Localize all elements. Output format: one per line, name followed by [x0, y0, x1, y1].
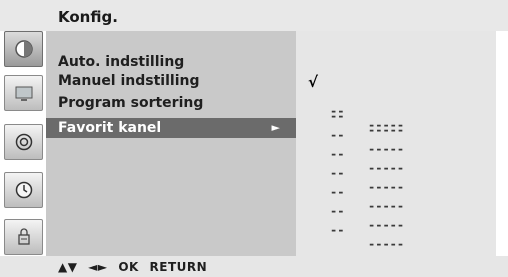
check-icon: √ [308, 73, 319, 91]
ok-hint: OK [118, 260, 139, 274]
tab-setup[interactable] [4, 75, 43, 111]
clock-icon [15, 181, 32, 199]
page-title: Konfig. [58, 8, 118, 26]
favorite-channel-list: √ -- ----- -- ----- -- ----- -- ----- --… [296, 31, 496, 256]
sound-icon [15, 133, 32, 151]
picture-icon [14, 40, 33, 58]
arrow-right-icon: ► [271, 121, 280, 134]
lock-icon [17, 228, 30, 245]
channel-name: ----- [368, 123, 405, 137]
title-bar: Konfig. [0, 0, 508, 31]
menu-item-label: Manuel indstilling [58, 73, 200, 89]
updown-arrows-icon: ▲▼ [58, 260, 78, 274]
leftright-arrows-icon: ◄► [88, 260, 108, 274]
return-hint: RETURN [149, 260, 208, 274]
channel-number: -- [330, 147, 345, 161]
channel-name: ----- [368, 142, 405, 156]
channel-name: ----- [368, 161, 405, 175]
settings-menu: Auto. indstilling Manuel indstilling Pro… [46, 31, 296, 256]
channel-number: -- [330, 128, 345, 142]
tv-screen-icon [15, 86, 32, 101]
menu-item-manual-tuning[interactable]: Manuel indstilling [58, 73, 199, 89]
channel-name: ----- [368, 218, 405, 232]
channel-number: -- [330, 204, 345, 218]
menu-item-favorite-channel[interactable]: Favorit kanel ► [46, 118, 296, 138]
channel-name: ----- [368, 180, 405, 194]
channel-name: ----- [368, 237, 405, 251]
channel-number: -- [330, 223, 345, 237]
menu-item-label: Favorit kanel [58, 120, 162, 136]
menu-item-label: Auto. indstilling [58, 54, 185, 70]
tab-sound[interactable] [4, 124, 43, 160]
channel-number: -- [330, 185, 345, 199]
channel-name: ----- [368, 199, 405, 213]
tab-time[interactable] [4, 172, 43, 208]
navigation-hints: ▲▼ ◄► OK RETURN [58, 260, 213, 274]
tab-picture[interactable] [4, 31, 43, 67]
navigation-hint-bar: ▲▼ ◄► OK RETURN [0, 256, 508, 277]
tab-lock[interactable] [4, 219, 43, 255]
menu-item-auto-tuning[interactable]: Auto. indstilling [58, 54, 184, 70]
menu-item-program-sort[interactable]: Program sortering [58, 95, 203, 111]
sidebar-tabs [0, 31, 46, 256]
menu-item-label: Program sortering [58, 95, 204, 111]
channel-number: -- [330, 109, 345, 123]
channel-number: -- [330, 166, 345, 180]
